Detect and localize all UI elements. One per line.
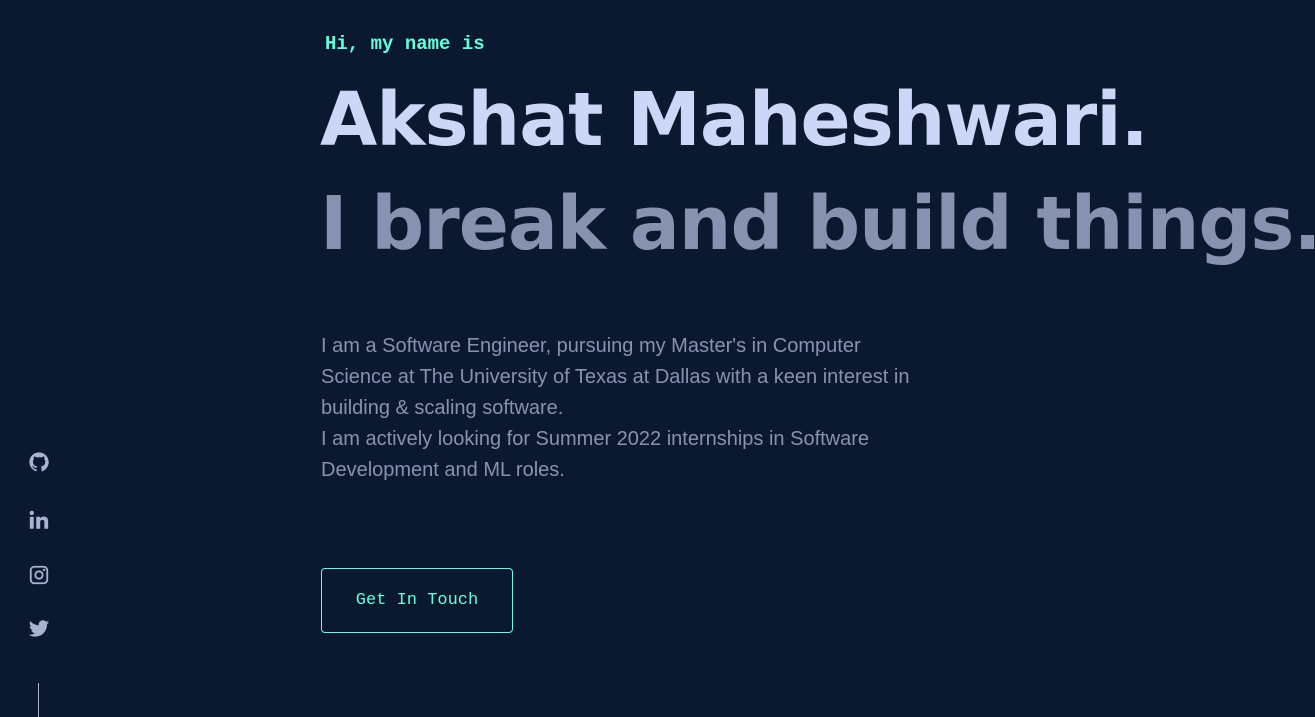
hero-section: Hi, my name is Akshat Maheshwari. I brea… <box>320 30 1315 717</box>
social-links-rail <box>25 448 53 717</box>
hero-tagline: I break and build things. <box>320 181 1315 267</box>
bio-paragraph: I am a Software Engineer, pursuing my Ma… <box>321 335 910 419</box>
instagram-icon <box>29 565 49 585</box>
github-icon <box>29 452 49 472</box>
social-link-instagram[interactable] <box>25 561 53 589</box>
social-link-github[interactable] <box>25 448 53 476</box>
rail-divider-line <box>38 683 39 717</box>
get-in-touch-button[interactable]: Get In Touch <box>321 568 513 633</box>
bio-paragraph: I am actively looking for Summer 2022 in… <box>321 428 870 481</box>
bio: I am a Software Engineer, pursuing my Ma… <box>321 331 931 486</box>
social-link-twitter[interactable] <box>25 615 53 643</box>
twitter-icon <box>28 620 50 637</box>
linkedin-icon <box>29 510 49 529</box>
social-link-linkedin[interactable] <box>25 506 53 534</box>
intro-greeting: Hi, my name is <box>325 33 485 55</box>
hero-name: Akshat Maheshwari. <box>320 77 1149 163</box>
